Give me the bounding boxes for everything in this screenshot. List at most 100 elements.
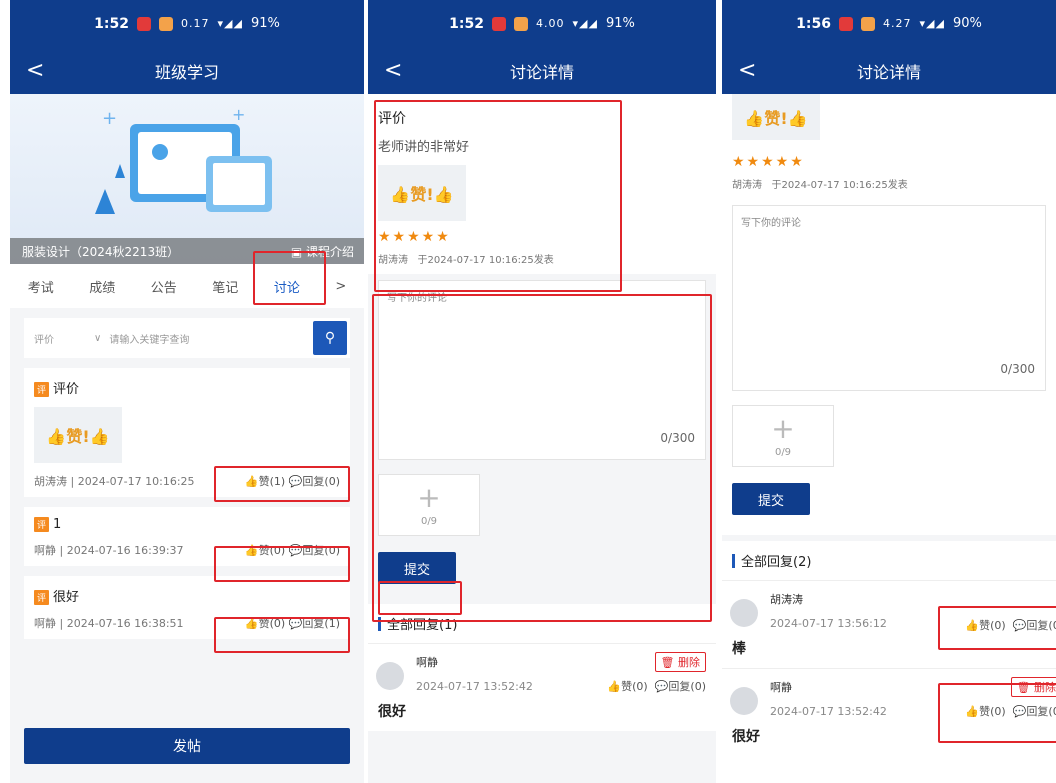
post-image[interactable]: 👍赞!👍 xyxy=(732,94,820,140)
app-notification-icon xyxy=(491,16,506,31)
post-tag: 评 xyxy=(34,382,50,397)
post-image[interactable]: 👍赞!👍 xyxy=(34,407,122,463)
page-title: 班级学习 xyxy=(154,62,219,82)
post-title: 1 xyxy=(53,517,62,532)
app-notification-icon xyxy=(136,16,151,31)
avatar xyxy=(376,662,404,690)
submit-button[interactable]: 提交 xyxy=(732,483,810,515)
upload-count: 0/9 xyxy=(774,446,792,458)
post-title: 很好 xyxy=(53,590,80,605)
all-replies-header: 全部回复(2) xyxy=(722,541,1056,580)
highlight-box xyxy=(214,546,350,582)
highlight-box xyxy=(374,100,622,292)
status-bar: 1:56 4.27 ▾◢◢ 90% xyxy=(722,0,1056,47)
signal-icon: ▾◢◢ xyxy=(572,17,598,30)
image-upload[interactable]: + 0/9 xyxy=(732,405,834,467)
app-notification-icon xyxy=(838,16,853,31)
reply-text: 很好 xyxy=(378,704,406,720)
post-detail: 👍赞!👍 ★★★★★ 胡涛涛 于2024-07-17 10:16:25发表 xyxy=(722,94,1056,199)
char-counter: 0/300 xyxy=(1000,362,1035,376)
filter-select[interactable]: 评价 xyxy=(34,331,54,346)
back-icon[interactable]: < xyxy=(738,59,756,82)
signal-icon: ▾◢◢ xyxy=(919,17,945,30)
post-time: 2024-07-16 16:39:37 xyxy=(66,544,184,557)
network-speed: 0.17 xyxy=(180,17,210,30)
avatar xyxy=(730,599,758,627)
status-time: 1:52 xyxy=(94,15,129,32)
like-button[interactable]: 👍赞(0) xyxy=(607,680,647,693)
network-speed: 4.27 xyxy=(882,17,912,30)
delete-button[interactable]: 🗑 删除 xyxy=(654,652,706,672)
highlight-box xyxy=(214,466,350,502)
status-bar: 1:52 4.00 ▾◢◢ 91% xyxy=(368,0,716,47)
screen-discussion-detail-scrolled: 1:56 4.27 ▾◢◢ 90% < 讨论详情 👍赞!👍 ★★★★★ 胡涛涛 … xyxy=(722,0,1056,783)
highlight-box xyxy=(214,617,350,653)
page-title: 讨论详情 xyxy=(856,62,921,82)
search-bar: 评价 ∨ 请输入关键字查询 ⚲ xyxy=(24,318,350,358)
tab-notices[interactable]: 公告 xyxy=(151,277,177,296)
search-icon: ⚲ xyxy=(324,330,336,346)
post-time: 2024-07-17 10:16:25 xyxy=(77,475,195,488)
rating-stars: ★★★★★ xyxy=(732,154,805,170)
section-bullet xyxy=(732,553,735,568)
avatar xyxy=(730,687,758,715)
screen-discussion-detail: 1:52 4.00 ▾◢◢ 91% < 讨论详情 评价 老师讲的非常好 👍赞!👍… xyxy=(368,0,716,783)
search-input[interactable]: 请输入关键字查询 xyxy=(109,331,189,346)
reply-item: 啊静 2024-07-17 13:52:42 🗑 删除 👍赞(0) 💬回复(0)… xyxy=(368,643,716,731)
chevron-down-icon[interactable]: ∨ xyxy=(94,333,101,344)
nav-bar: < 讨论详情 xyxy=(722,47,1056,94)
status-time: 1:52 xyxy=(449,15,484,32)
delete-label: 删除 xyxy=(678,656,700,669)
post-author: 胡涛涛 xyxy=(34,475,67,488)
image-placeholder-icon: + + xyxy=(95,105,272,214)
highlight-box xyxy=(938,683,1056,743)
battery-level: 90% xyxy=(952,16,982,31)
all-replies-label: 全部回复(2) xyxy=(741,555,812,570)
screen-class-study: 1:52 0.17 ▾◢◢ 91% < 班级学习 + + 服装设计（2024秋2… xyxy=(10,0,364,783)
signal-icon: ▾◢◢ xyxy=(217,17,243,30)
post-author: 啊静 xyxy=(34,544,56,557)
page-title: 讨论详情 xyxy=(509,62,574,82)
highlight-box xyxy=(372,294,712,622)
search-button[interactable]: ⚲ xyxy=(313,321,347,355)
post-tag: 评 xyxy=(34,590,50,605)
comment-input[interactable]: 写下你的评论 0/300 xyxy=(732,205,1046,391)
post-time: 2024-07-16 16:38:51 xyxy=(66,617,184,630)
plus-icon: + xyxy=(771,411,795,445)
app-notification-icon xyxy=(513,16,528,31)
post-button[interactable]: 发帖 xyxy=(24,728,350,764)
status-bar: 1:52 0.17 ▾◢◢ 91% xyxy=(10,0,364,47)
reply-author: 胡涛涛 xyxy=(770,593,803,606)
reply-count: 回复(0) xyxy=(668,680,706,693)
comment-placeholder: 写下你的评论 xyxy=(741,218,801,229)
course-banner: + + 服装设计（2024秋2213班） ▣ 课程介绍 xyxy=(10,94,364,264)
highlight-box xyxy=(938,606,1056,650)
network-speed: 4.00 xyxy=(535,17,565,30)
post-title: 评价 xyxy=(53,382,80,397)
highlight-box xyxy=(253,251,326,305)
app-notification-icon xyxy=(860,16,875,31)
post-tag: 评 xyxy=(34,517,50,532)
post-author: 胡涛涛 xyxy=(732,180,762,191)
nav-bar: < 班级学习 xyxy=(10,47,364,94)
like-count: 赞(0) xyxy=(621,680,648,693)
nav-bar: < 讨论详情 xyxy=(368,47,716,94)
status-time: 1:56 xyxy=(796,15,831,32)
course-name: 服装设计（2024秋2213班） xyxy=(22,244,180,259)
tab-notes[interactable]: 笔记 xyxy=(212,277,238,296)
tab-grades[interactable]: 成绩 xyxy=(89,277,115,296)
tab-exam[interactable]: 考试 xyxy=(28,277,54,296)
trash-icon: 🗑 xyxy=(660,656,675,669)
back-icon[interactable]: < xyxy=(26,59,44,82)
post-time: 于2024-07-17 10:16:25发表 xyxy=(771,180,908,191)
post-author: 啊静 xyxy=(34,617,56,630)
svg-text:+: + xyxy=(232,105,245,124)
app-notification-icon xyxy=(158,16,173,31)
reply-actions: 👍赞(0) 💬回复(0) xyxy=(607,678,706,694)
reply-button[interactable]: 💬回复(0) xyxy=(655,680,706,693)
back-icon[interactable]: < xyxy=(384,59,402,82)
svg-text:+: + xyxy=(102,108,117,129)
battery-level: 91% xyxy=(250,16,280,31)
tab-more[interactable]: > xyxy=(335,279,346,294)
battery-level: 91% xyxy=(605,16,635,31)
